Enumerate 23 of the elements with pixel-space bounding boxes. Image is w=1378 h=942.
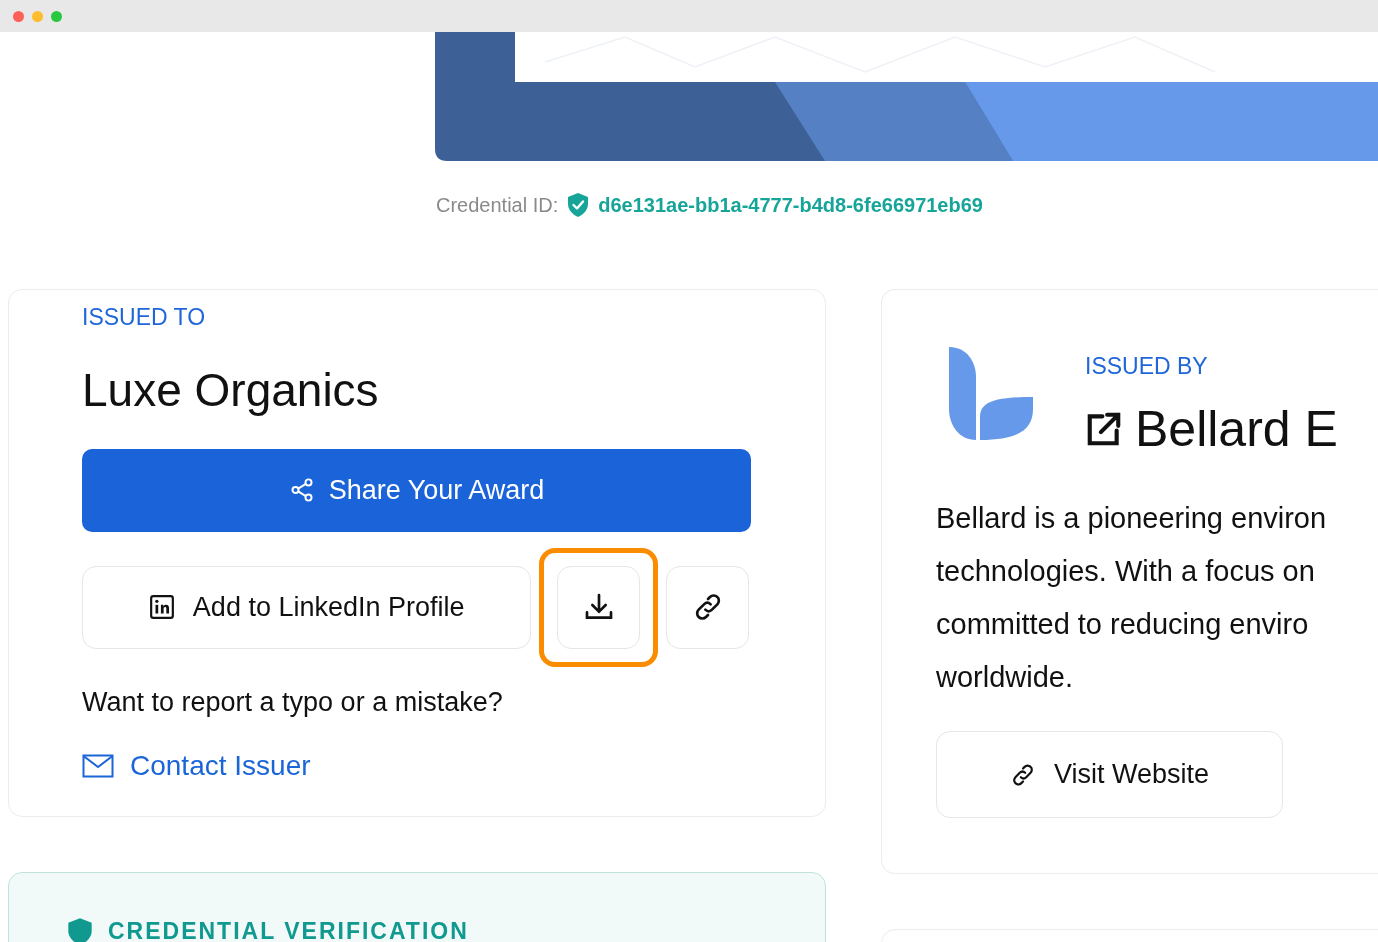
- report-prompt: Want to report a typo or a mistake?: [82, 686, 504, 718]
- issuer-name: Bellard E: [1135, 400, 1338, 458]
- linkedin-icon: [148, 594, 175, 621]
- credential-label: Credential ID:: [436, 193, 559, 217]
- issuer-description: Bellard is a pioneering environ technologies. With a focus on committed to reducing enviro worldwide.: [936, 501, 1328, 695]
- issued-by-label: ISSUED BY: [1085, 353, 1209, 380]
- share-award-button[interactable]: Share Your Award: [82, 448, 751, 532]
- minimize-window-button[interactable]: [32, 10, 43, 22]
- external-link-icon: [1085, 410, 1123, 448]
- verification-title: CREDENTIAL VERIFICATION: [108, 917, 469, 942]
- issued-to-label: ISSUED TO: [82, 304, 207, 331]
- close-window-button[interactable]: [13, 10, 24, 22]
- visit-website-button[interactable]: Visit Website: [936, 731, 1283, 818]
- copy-link-button[interactable]: [666, 565, 749, 649]
- zoom-window-button[interactable]: [51, 10, 62, 22]
- recipient-name: Luxe Organics: [82, 365, 380, 416]
- verified-shield-icon: [566, 192, 591, 218]
- contact-issuer-link[interactable]: Contact Issuer: [82, 749, 311, 782]
- download-button[interactable]: [557, 565, 641, 649]
- mail-icon: [82, 753, 114, 778]
- credential-id: d6e131ae-bb1a-4777-b4d8-6fe66971eb69: [598, 193, 983, 217]
- leaf-logo-icon: [949, 347, 1033, 440]
- linkedin-button[interactable]: Add to LinkedIn Profile: [82, 565, 532, 649]
